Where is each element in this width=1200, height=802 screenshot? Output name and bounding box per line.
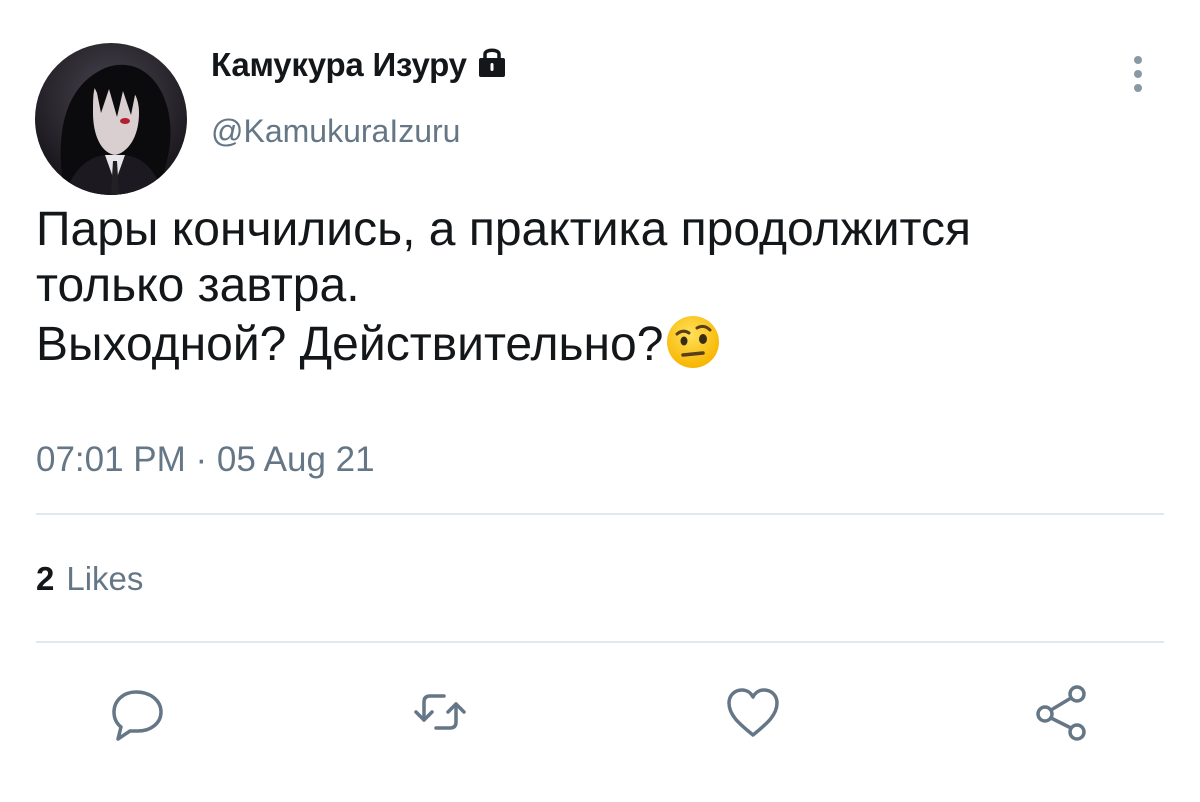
retweet-icon	[414, 694, 466, 730]
like-button[interactable]	[723, 682, 783, 742]
face-with-raised-eyebrow-icon	[665, 314, 721, 370]
likes-count: 2	[36, 560, 55, 597]
retweet-button[interactable]	[410, 682, 470, 742]
tweet-text-line: Выходной? Действительно?	[36, 318, 664, 371]
tweet-text: Пары кончились, а практика продолжится т…	[36, 202, 1166, 373]
divider	[36, 513, 1164, 515]
heart-icon	[727, 688, 779, 737]
tweet-text-line: Пары кончились, а практика продолжится	[36, 203, 971, 256]
avatar[interactable]	[35, 43, 187, 195]
tweet-card: Камукура Изуру @KamukuraIzuru Пары кончи…	[0, 0, 1200, 802]
lock-icon	[475, 45, 509, 79]
share-icon	[1036, 685, 1086, 741]
tweet-text-line: только завтра.	[36, 259, 360, 312]
user-handle[interactable]: @KamukuraIzuru	[211, 113, 460, 150]
reply-button[interactable]	[108, 682, 168, 742]
tweet-timestamp[interactable]: 07:01 PM · 05 Aug 21	[36, 440, 375, 480]
display-name[interactable]: Камукура Изуру	[211, 46, 509, 84]
likes-label: Likes	[66, 560, 144, 597]
display-name-text: Камукура Изуру	[211, 46, 467, 83]
likes-stat[interactable]: 2 Likes	[36, 560, 143, 598]
share-button[interactable]	[1032, 682, 1092, 742]
tweet-text-line-with-emoji: Выходной? Действительно?	[36, 314, 1166, 373]
reply-icon	[112, 690, 163, 741]
more-vertical-icon[interactable]	[1126, 50, 1150, 98]
divider	[36, 641, 1164, 643]
